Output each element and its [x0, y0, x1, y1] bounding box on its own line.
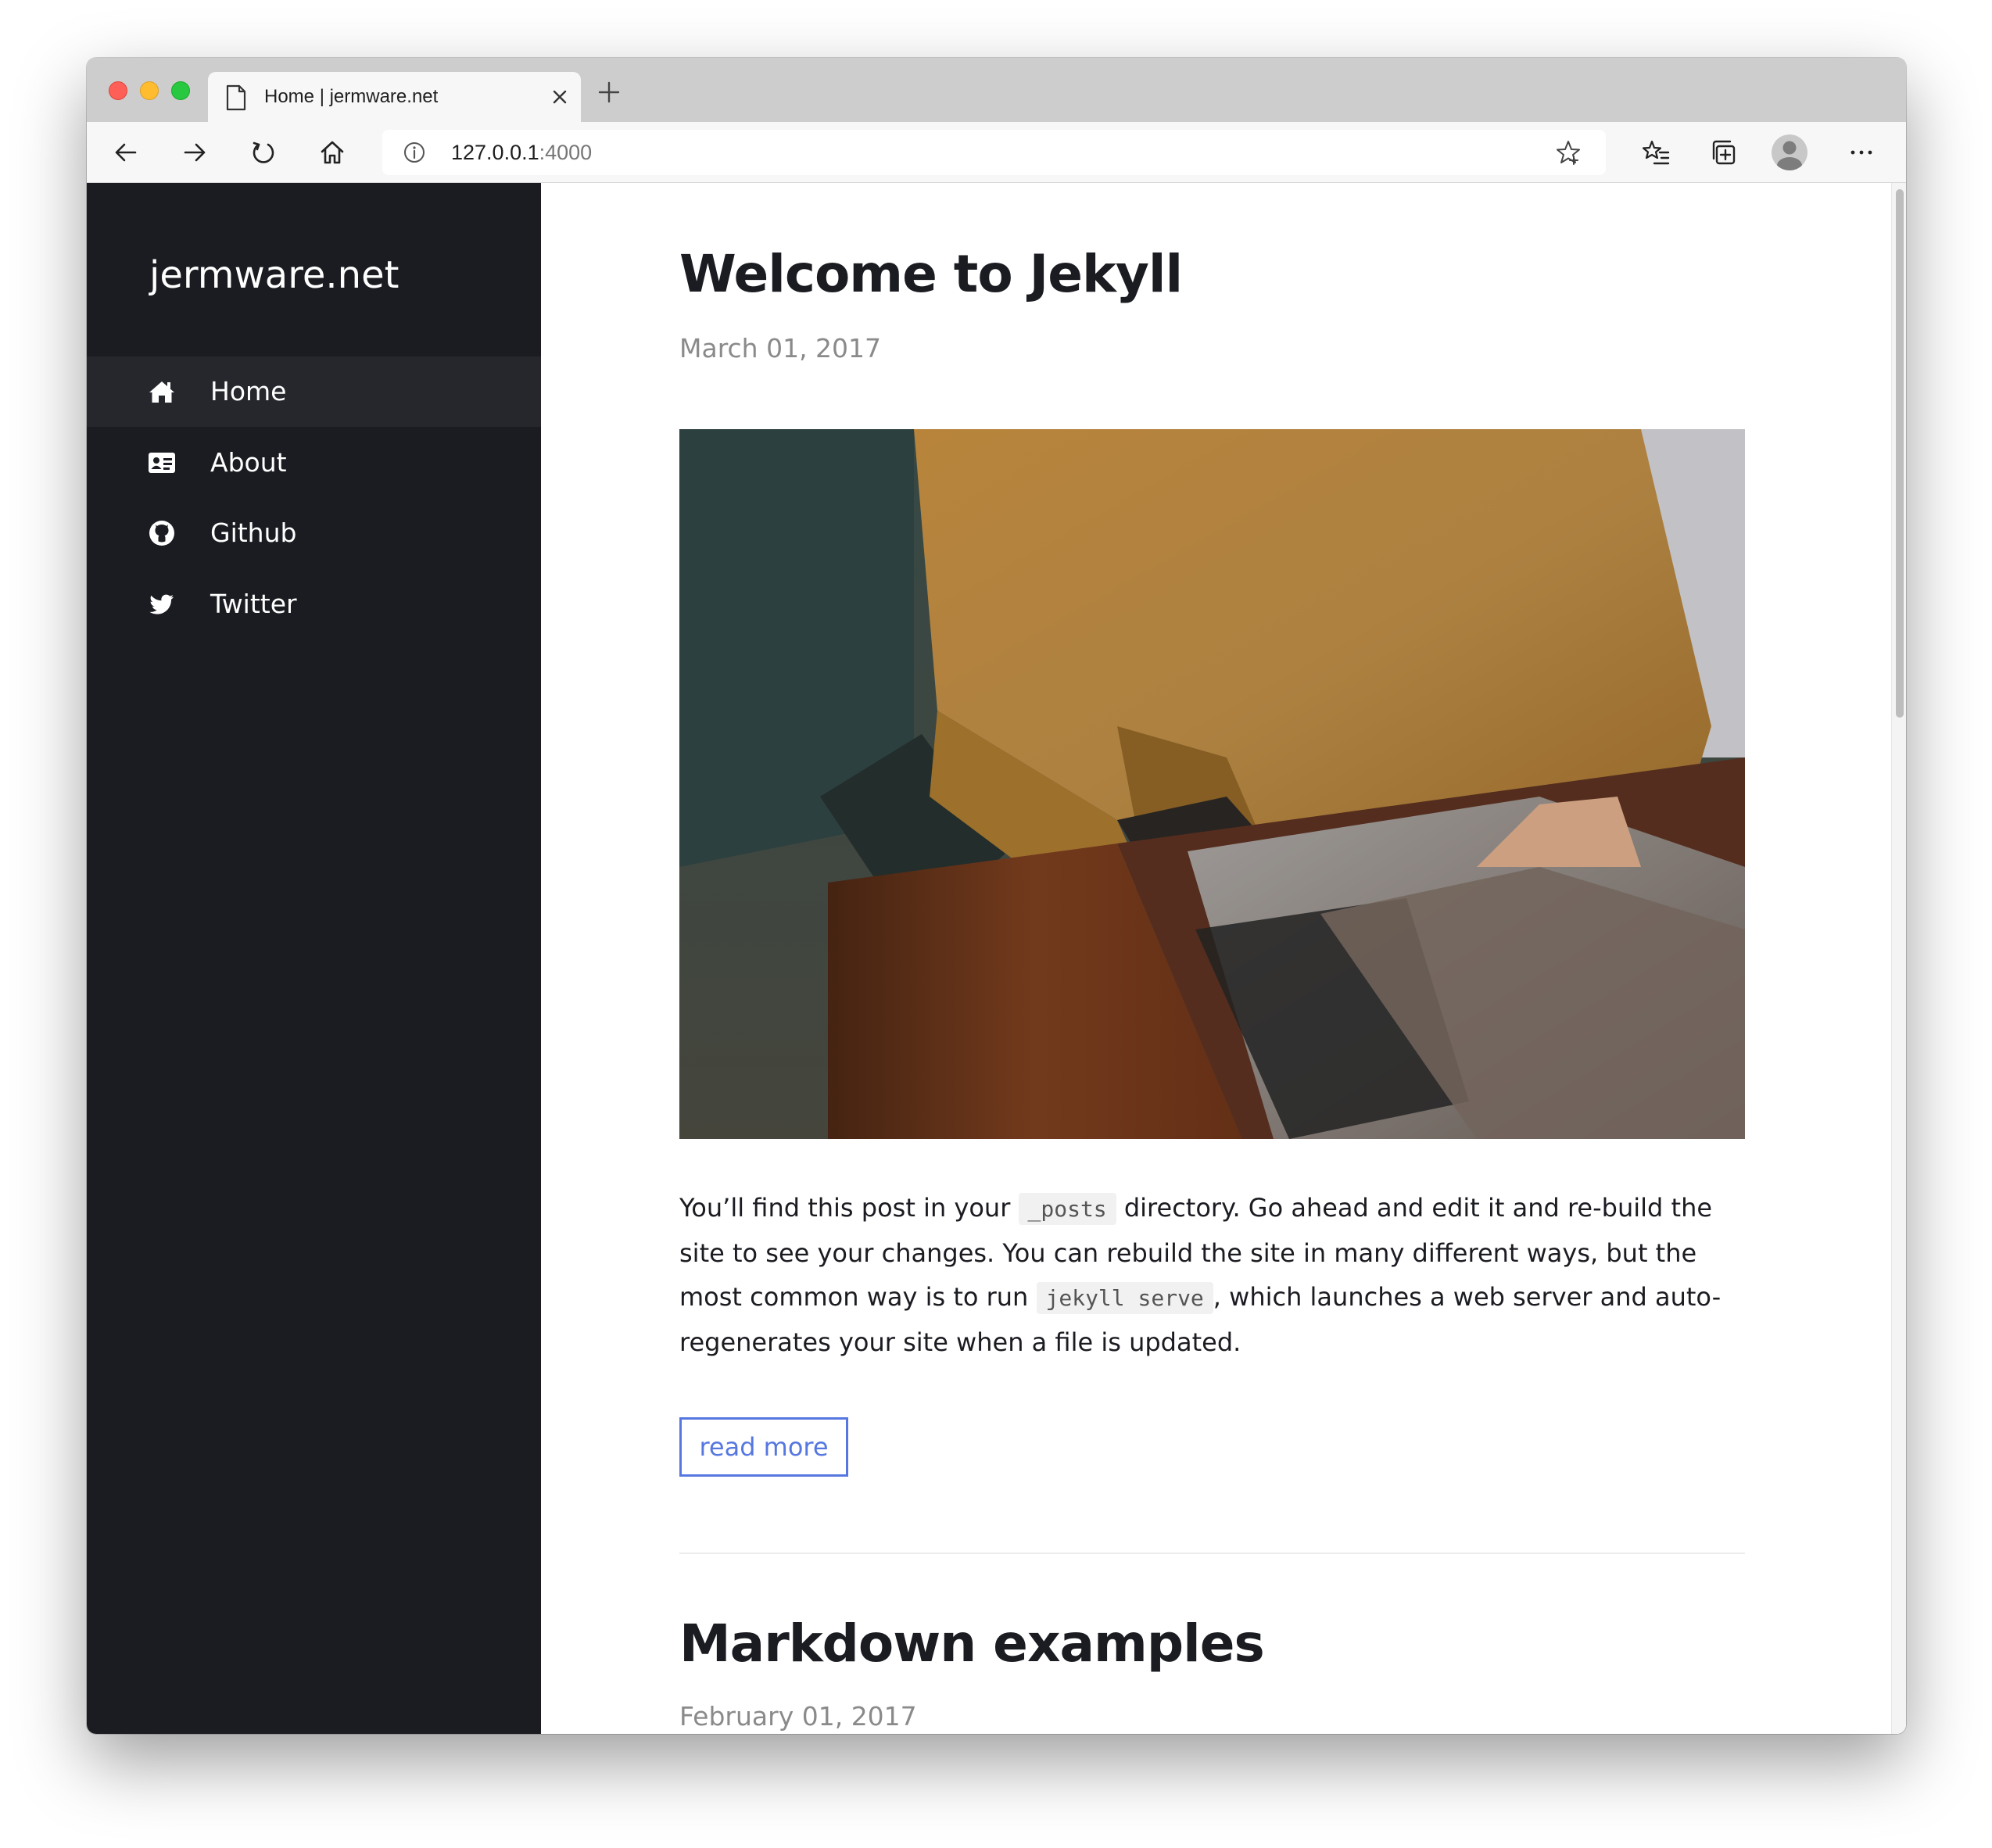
- site-title[interactable]: jermware.net: [149, 253, 399, 297]
- profile-button[interactable]: [1772, 134, 1807, 170]
- scrollbar-thumb[interactable]: [1896, 189, 1904, 718]
- tab-title: Home | jermware.net: [264, 86, 439, 107]
- collections-icon: [1712, 140, 1736, 165]
- page-icon: [226, 84, 246, 111]
- tab-strip: Home | jermware.net: [87, 58, 1906, 122]
- favorites-list-icon: [1642, 140, 1670, 165]
- post-title[interactable]: Welcome to Jekyll: [679, 244, 1183, 304]
- post-date: March 01, 2017: [679, 333, 882, 364]
- github-icon: [149, 521, 174, 546]
- home-button[interactable]: [317, 137, 348, 168]
- tab-home[interactable]: Home | jermware.net: [208, 72, 581, 122]
- zoom-window-button[interactable]: [171, 81, 190, 100]
- avatar-icon: [1777, 141, 1802, 170]
- post-date: February 01, 2017: [679, 1701, 917, 1732]
- ellipsis-icon: [1850, 150, 1872, 155]
- id-card-icon: [149, 453, 175, 473]
- sidebar-item-label: Github: [210, 518, 297, 548]
- read-more-button[interactable]: read more: [679, 1417, 848, 1477]
- reload-button[interactable]: [248, 137, 279, 168]
- post-featured-image: [679, 429, 1745, 1139]
- url-host: 127.0.0.1: [451, 141, 539, 164]
- arrow-right-icon: [184, 143, 206, 162]
- post-title[interactable]: Markdown examples: [679, 1613, 1265, 1674]
- browser-toolbar: 127.0.0.1:4000: [87, 122, 1906, 183]
- sidebar-item-home[interactable]: Home: [87, 356, 541, 427]
- scrollbar[interactable]: [1891, 183, 1906, 1734]
- close-window-button[interactable]: [109, 81, 127, 100]
- info-icon[interactable]: [403, 141, 426, 164]
- sidebar-item-twitter[interactable]: Twitter: [87, 569, 541, 639]
- forward-button[interactable]: [179, 137, 210, 168]
- more-menu-button[interactable]: [1846, 137, 1877, 168]
- home-outline-icon: [321, 141, 344, 164]
- reload-icon: [253, 141, 274, 163]
- inline-code: jekyll serve: [1036, 1282, 1213, 1314]
- new-tab-icon[interactable]: [597, 80, 622, 105]
- back-button[interactable]: [110, 137, 142, 168]
- sidebar-item-label: Twitter: [210, 589, 297, 619]
- collections-button[interactable]: [1709, 137, 1740, 168]
- sidebar: jermware.net Home About Github Twitter: [87, 183, 541, 1734]
- inline-code: _posts: [1018, 1193, 1116, 1225]
- favorite-star-icon[interactable]: [1555, 139, 1582, 166]
- page-viewport: jermware.net Home About Github Twitter W…: [87, 183, 1906, 1734]
- arrow-left-icon: [115, 143, 137, 162]
- sidebar-item-about[interactable]: About: [87, 428, 541, 498]
- post-divider: [679, 1553, 1745, 1554]
- address-bar[interactable]: 127.0.0.1:4000: [382, 130, 1606, 175]
- sidebar-item-github[interactable]: Github: [87, 498, 541, 568]
- twitter-icon: [149, 594, 174, 614]
- url-port: :4000: [539, 141, 593, 164]
- sidebar-item-label: About: [210, 447, 287, 478]
- browser-window: Home | jermware.net 127.0.0.1:4000 jermw…: [87, 58, 1906, 1734]
- minimize-window-button[interactable]: [140, 81, 159, 100]
- post-excerpt: You’ll find this post in your _posts dir…: [679, 1186, 1750, 1364]
- close-tab-icon[interactable]: [550, 88, 569, 106]
- excerpt-text: You’ll find this post in your: [679, 1193, 1019, 1223]
- laptop-photo: [679, 429, 1745, 1139]
- main-content: Welcome to Jekyll March 01, 2017 You’ll …: [541, 183, 1891, 1734]
- favorites-button[interactable]: [1640, 137, 1671, 168]
- sidebar-item-label: Home: [210, 376, 287, 406]
- home-icon: [149, 381, 174, 403]
- url-text[interactable]: 127.0.0.1:4000: [451, 130, 592, 175]
